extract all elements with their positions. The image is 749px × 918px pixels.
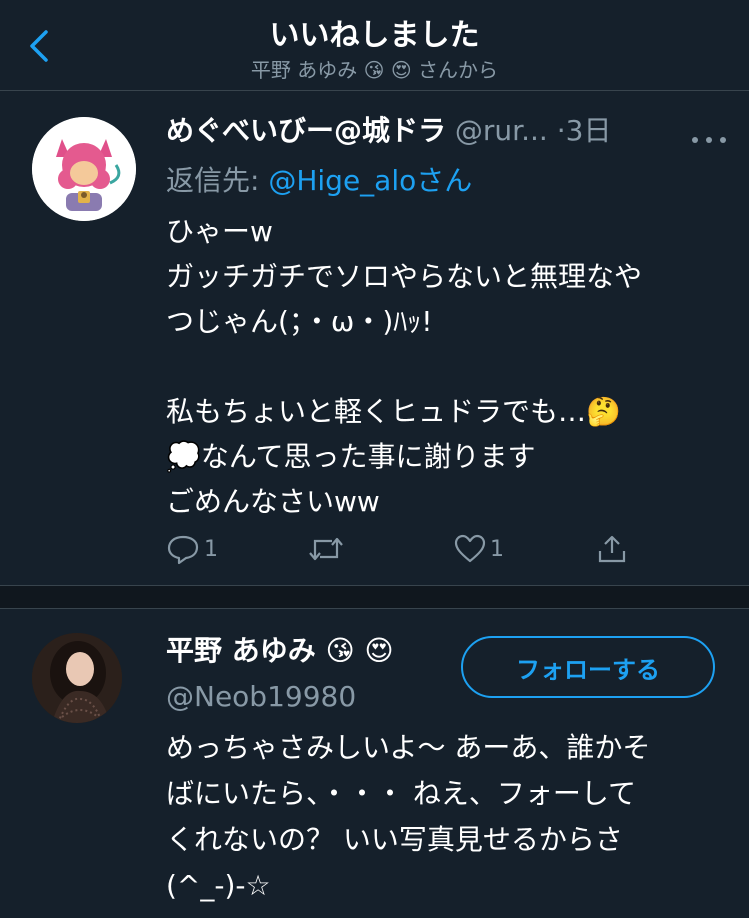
author-name[interactable]: めぐべいびー@城ドラ [166, 114, 446, 147]
avatar[interactable] [32, 633, 122, 723]
like-count: 1 [490, 536, 504, 562]
user-name[interactable]: 平野 あゆみ 😘 😍 [166, 631, 394, 671]
share-icon [598, 535, 626, 563]
retweet-button[interactable] [308, 529, 344, 569]
avatar-illustration [32, 117, 136, 221]
heart-icon [454, 534, 486, 563]
author-handle[interactable]: @rur... [455, 114, 548, 147]
section-divider [0, 586, 749, 609]
avatar-photo [32, 633, 122, 723]
reply-prefix: 返信先: [166, 164, 269, 197]
like-button[interactable]: 1 [454, 529, 504, 569]
page-subtitle: 平野 あゆみ 😘 😍 さんから [250, 58, 499, 82]
reply-context: 返信先: @Hige_aloさん [166, 159, 472, 199]
top-nav-bar: いいねしました 平野 あゆみ 😘 😍 さんから [0, 0, 749, 91]
share-button[interactable] [596, 529, 628, 569]
user-cell[interactable]: 平野 あゆみ 😘 😍 @Neob19980 フォローする めっちゃさみしいよ〜 … [0, 609, 749, 918]
reply-button[interactable]: 1 [166, 529, 218, 569]
retweet-icon [309, 537, 343, 561]
tweet-actions: 1 1 [166, 529, 646, 569]
separator-dot: · [556, 114, 566, 147]
reply-count: 1 [204, 536, 218, 562]
reply-mention-link[interactable]: @Hige_aloさん [268, 164, 472, 197]
user-handle[interactable]: @Neob19980 [166, 677, 356, 717]
user-bio: めっちゃさみしいよ〜 あーあ、誰かそ ばにいたら、・・・ ねえ、フォーして くれ… [166, 731, 651, 902]
more-button[interactable] [691, 129, 727, 143]
tweet-text: ひゃーw ガッチガチでソロやらないと無理なや つじゃん(；・ω・)ﾊｯ! 私もち… [166, 215, 643, 518]
tweet-time: 3日 [565, 114, 612, 147]
page-title: いいねしました [269, 18, 480, 53]
tweet-header: めぐべいびー@城ドラ @rur... ·3日 [166, 111, 726, 151]
reply-icon [167, 535, 199, 565]
avatar[interactable] [32, 117, 136, 221]
follow-button[interactable]: フォローする [461, 636, 715, 698]
more-dots-icon [692, 137, 726, 143]
tweet[interactable]: めぐべいびー@城ドラ @rur... ·3日 返信先: @Hige_aloさん … [0, 91, 749, 586]
